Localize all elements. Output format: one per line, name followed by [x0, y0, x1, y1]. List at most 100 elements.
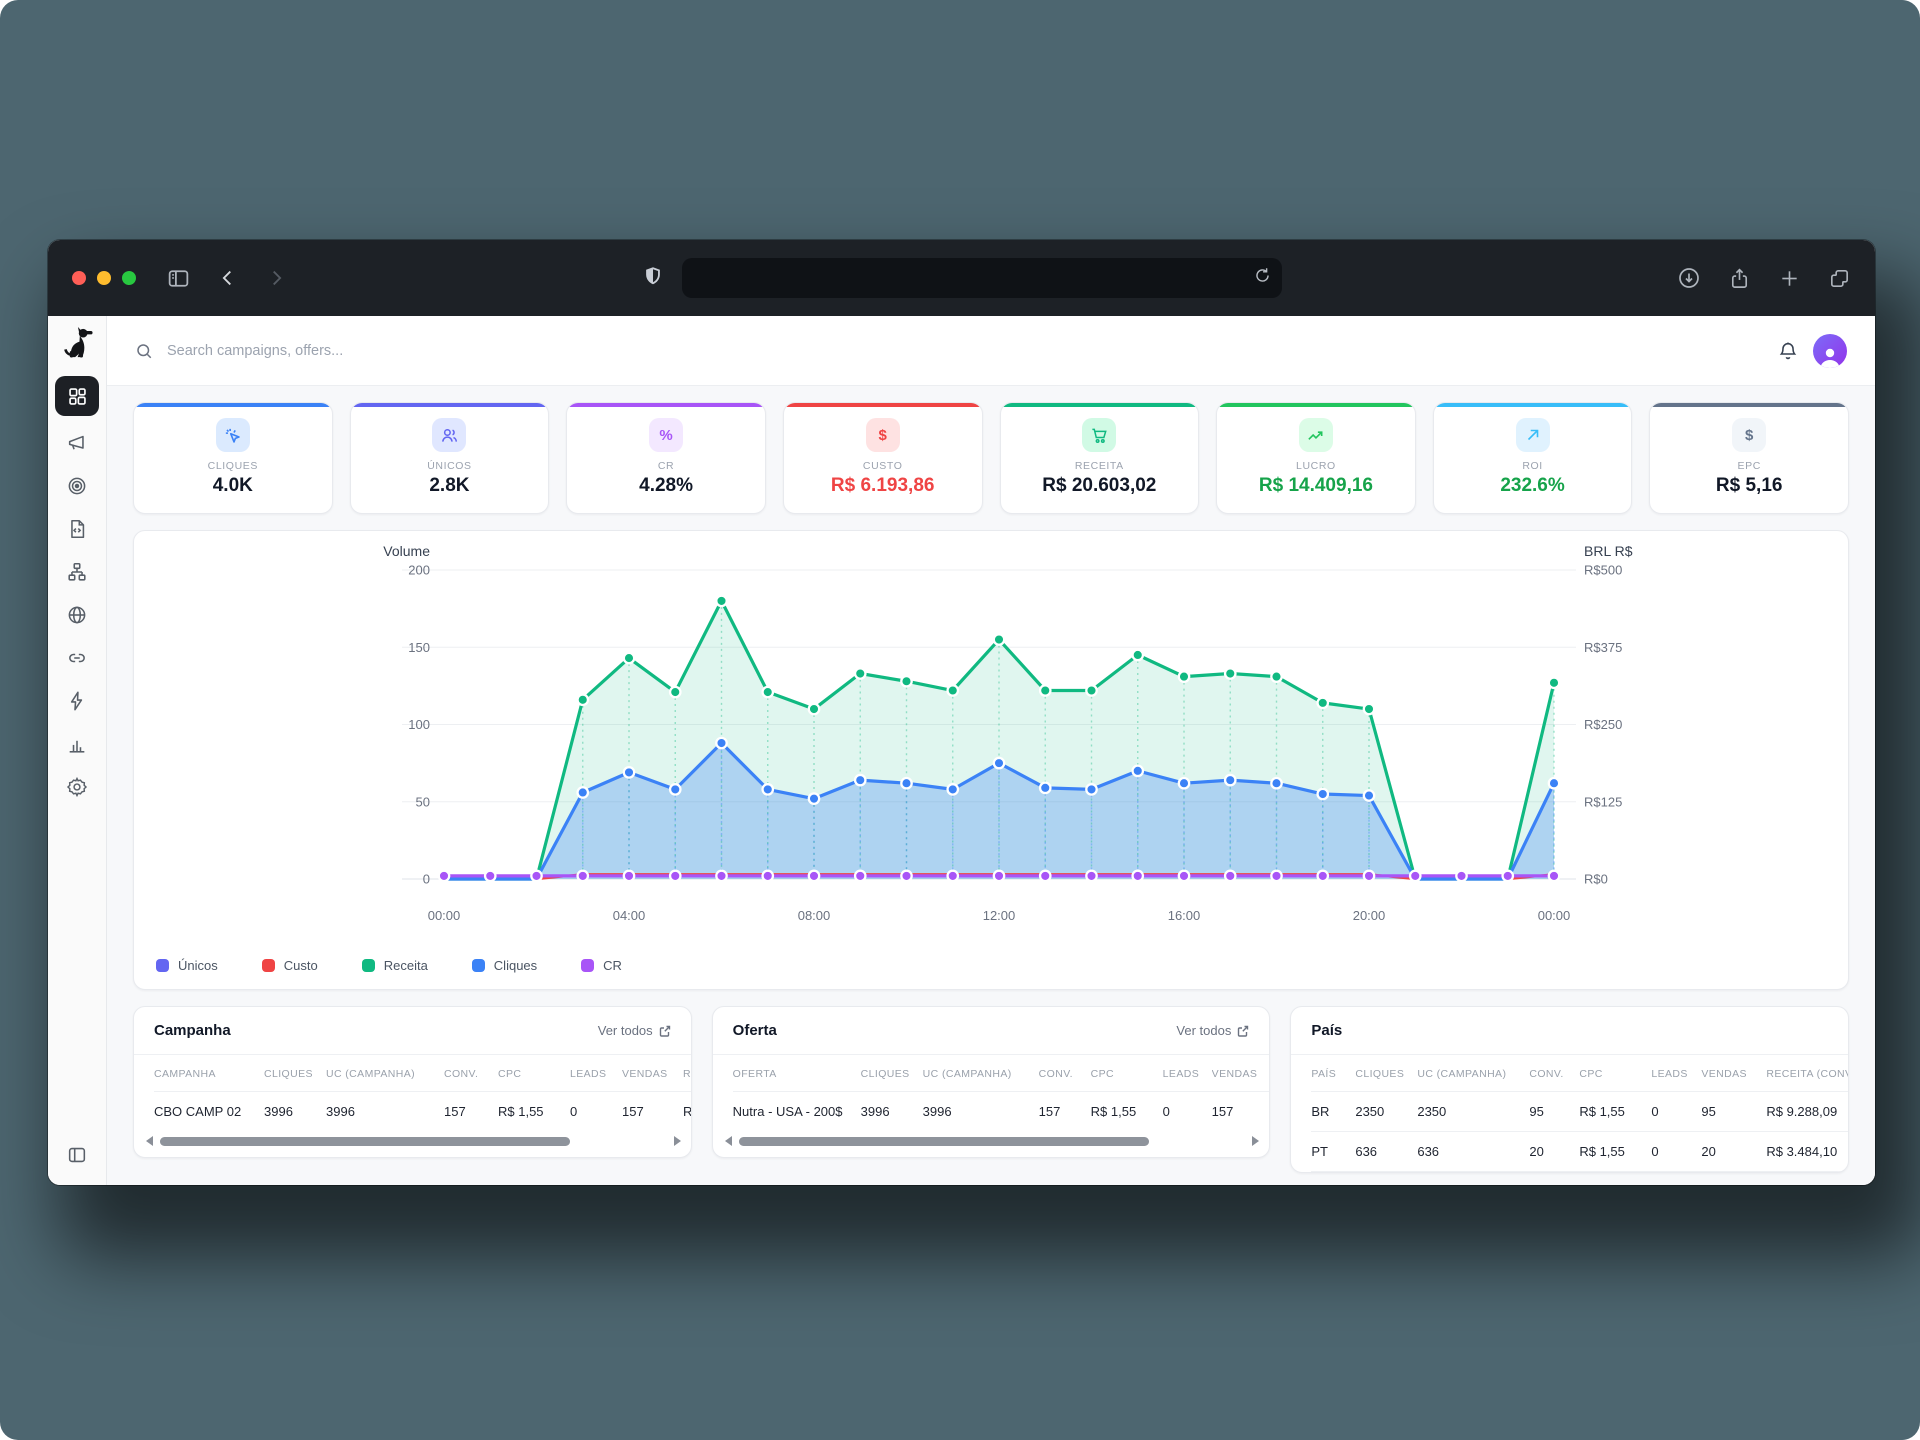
stat-value: R$ 5,16 — [1716, 475, 1783, 497]
sidebar-item-offers[interactable] — [55, 470, 99, 502]
trending-up-icon — [1306, 426, 1325, 445]
table-cell: 157 — [1212, 1092, 1270, 1132]
forward-icon[interactable] — [265, 267, 287, 289]
downloads-icon[interactable] — [1677, 266, 1701, 290]
table-cell: 95 — [1529, 1092, 1579, 1132]
legend-label: Cliques — [494, 958, 537, 973]
column-header: CPC — [1091, 1055, 1163, 1092]
stat-label: ÚNICOS — [427, 460, 471, 472]
dog-logo — [61, 326, 93, 362]
svg-text:0: 0 — [423, 872, 430, 887]
stat-label: CR — [658, 460, 674, 472]
column-header: VENDAS — [622, 1055, 683, 1092]
search-input[interactable] — [167, 343, 1763, 359]
table-cell: 0 — [1651, 1132, 1701, 1172]
stat-label: LUCRO — [1296, 460, 1336, 472]
search-icon — [135, 342, 153, 360]
legend-item-custo[interactable]: Custo — [262, 958, 318, 973]
oferta-ver-todos-link[interactable]: Ver todos — [1176, 1023, 1249, 1038]
svg-text:200: 200 — [408, 563, 430, 578]
column-header: CLIQUES — [1355, 1055, 1417, 1092]
sidebar-item-links[interactable] — [55, 642, 99, 674]
summary-tables-row: Campanha Ver todos CAMPANHACLIQUESUC (CA… — [133, 1006, 1849, 1173]
stat-card--nicos: ÚNICOS 2.8K — [350, 402, 550, 514]
column-header: UC (CAMPANHA) — [923, 1055, 1039, 1092]
stat-label: ROI — [1522, 460, 1542, 472]
table-cell: 636 — [1355, 1132, 1417, 1172]
column-header: VENDAS — [1701, 1055, 1766, 1092]
share-icon[interactable] — [1728, 267, 1751, 290]
stat-card-roi: ROI 232.6% — [1433, 402, 1633, 514]
sidebar-item-automation[interactable] — [55, 685, 99, 717]
stat-value: R$ 14.409,16 — [1259, 475, 1373, 497]
table-cell: 2350 — [1417, 1092, 1529, 1132]
campanha-card: Campanha Ver todos CAMPANHACLIQUESUC (CA… — [133, 1006, 692, 1158]
scroll-left-arrow[interactable] — [146, 1136, 153, 1146]
privacy-shield-icon[interactable] — [642, 265, 664, 292]
pais-title: País — [1311, 1022, 1342, 1039]
legend-item-cliques[interactable]: Cliques — [472, 958, 537, 973]
stat-cards-row: CLIQUES 4.0K ÚNICOS 2.8K % CR 4.28% $ CU… — [133, 402, 1849, 514]
scroll-thumb[interactable] — [739, 1137, 1149, 1146]
sidebar-item-funnels[interactable] — [55, 556, 99, 588]
column-header: LEADS — [1651, 1055, 1701, 1092]
table-cell: 20 — [1529, 1132, 1579, 1172]
pais-card: País PAÍSCLIQUESUC (CAMPANHA)CONV.CPCLEA… — [1290, 1006, 1849, 1173]
sidebar-item-dashboard[interactable] — [55, 376, 99, 416]
column-header: UC (CAMPANHA) — [326, 1055, 444, 1092]
arrow-up-right-icon — [1524, 426, 1542, 444]
user-avatar[interactable] — [1813, 334, 1847, 368]
legend-label: Custo — [284, 958, 318, 973]
back-icon[interactable] — [217, 267, 239, 289]
legend-item-cr[interactable]: CR — [581, 958, 622, 973]
table-row: CBO CAMP 0239963996157R$ 1,550157R$ — [154, 1092, 691, 1132]
table-cell: R$ — [683, 1092, 691, 1132]
sidebar-item-landing-pages[interactable] — [55, 513, 99, 545]
card-accent-bar — [351, 403, 549, 407]
sidebar-collapse-icon[interactable] — [66, 1144, 88, 1171]
column-header: RECEITA — [683, 1055, 691, 1092]
campanha-ver-todos-link[interactable]: Ver todos — [598, 1023, 671, 1038]
legend-item-receita[interactable]: Receita — [362, 958, 428, 973]
svg-text:16:00: 16:00 — [1168, 908, 1201, 923]
app-header — [107, 316, 1875, 386]
card-accent-bar — [1217, 403, 1415, 407]
column-header: OFERTA — [733, 1055, 861, 1092]
table-cell: 157 — [622, 1092, 683, 1132]
legend-label: Únicos — [178, 958, 218, 973]
sidebar-item-domains[interactable] — [55, 599, 99, 631]
campanha-hscrollbar[interactable] — [134, 1131, 691, 1157]
sidebar-item-reports[interactable] — [55, 728, 99, 760]
column-header: UC (CAMPANHA) — [1417, 1055, 1529, 1092]
url-address-field[interactable] — [682, 258, 1282, 298]
dollar-icon: $ — [1745, 427, 1753, 444]
tab-overview-icon[interactable] — [1828, 267, 1851, 290]
stat-label: EPC — [1737, 460, 1760, 472]
table-cell: 0 — [570, 1092, 622, 1132]
legend-swatch — [472, 959, 485, 972]
reload-icon[interactable] — [1253, 266, 1272, 290]
table-row: Nutra - USA - 200$39963996157R$ 1,550157 — [733, 1092, 1270, 1132]
column-header: CLIQUES — [264, 1055, 326, 1092]
sidebar-item-campaigns[interactable] — [55, 427, 99, 459]
dashboard-main: CLIQUES 4.0K ÚNICOS 2.8K % CR 4.28% $ CU… — [107, 386, 1875, 1185]
scroll-right-arrow[interactable] — [674, 1136, 681, 1146]
sidebar-item-settings[interactable] — [55, 771, 99, 803]
scroll-left-arrow[interactable] — [725, 1136, 732, 1146]
table-cell: 3996 — [264, 1092, 326, 1132]
scroll-right-arrow[interactable] — [1252, 1136, 1259, 1146]
stat-icon-badge — [216, 418, 250, 452]
column-header: CPC — [1579, 1055, 1651, 1092]
card-accent-bar — [1001, 403, 1199, 407]
table-row: BR2350235095R$ 1,55095R$ 9.288,09 — [1311, 1092, 1848, 1132]
oferta-hscrollbar[interactable] — [713, 1131, 1270, 1157]
legend-item-únicos[interactable]: Únicos — [156, 958, 218, 973]
card-accent-bar — [784, 403, 982, 407]
sidebar-toggle-icon[interactable] — [166, 266, 191, 291]
notifications-bell-icon[interactable] — [1777, 340, 1799, 362]
legend-label: Receita — [384, 958, 428, 973]
scroll-thumb[interactable] — [160, 1137, 570, 1146]
legend-swatch — [362, 959, 375, 972]
stat-card-epc: $ EPC R$ 5,16 — [1649, 402, 1849, 514]
new-tab-icon[interactable] — [1778, 267, 1801, 290]
